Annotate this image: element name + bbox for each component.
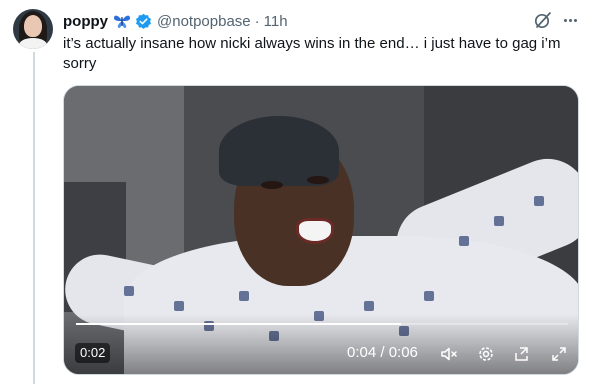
- popout-icon[interactable]: [512, 344, 532, 364]
- separator-dot: ·: [254, 12, 260, 30]
- fullscreen-icon[interactable]: [549, 344, 569, 364]
- video-frame-eye-right: [307, 176, 329, 184]
- avatar[interactable]: [13, 9, 53, 49]
- user-handle[interactable]: @notpopbase: [157, 13, 251, 30]
- video-progress-bar[interactable]: [76, 323, 568, 325]
- settings-icon[interactable]: [476, 344, 496, 364]
- thread-line: [33, 52, 35, 384]
- video-frame-eye-left: [261, 181, 283, 189]
- video-progress-fill: [76, 323, 401, 325]
- tweet-header: poppy @notpopbase · 11h: [63, 11, 288, 31]
- grok-icon[interactable]: [533, 10, 553, 30]
- tweet-text: it’s actually insane how nicki always wi…: [63, 35, 561, 72]
- elapsed-time-badge: 0:02: [75, 343, 111, 363]
- mute-icon[interactable]: [439, 344, 459, 364]
- post-time[interactable]: 11h: [264, 13, 288, 30]
- video-timecode: 0:04 / 0:06: [347, 344, 418, 361]
- verified-badge-icon: [135, 13, 152, 30]
- video-frame-mouth: [296, 218, 334, 244]
- display-name[interactable]: poppy: [63, 13, 108, 30]
- butterfly-icon: [112, 13, 132, 29]
- more-options-icon[interactable]: [559, 10, 581, 30]
- video-player[interactable]: 0:02 0:04 / 0:06: [63, 85, 579, 375]
